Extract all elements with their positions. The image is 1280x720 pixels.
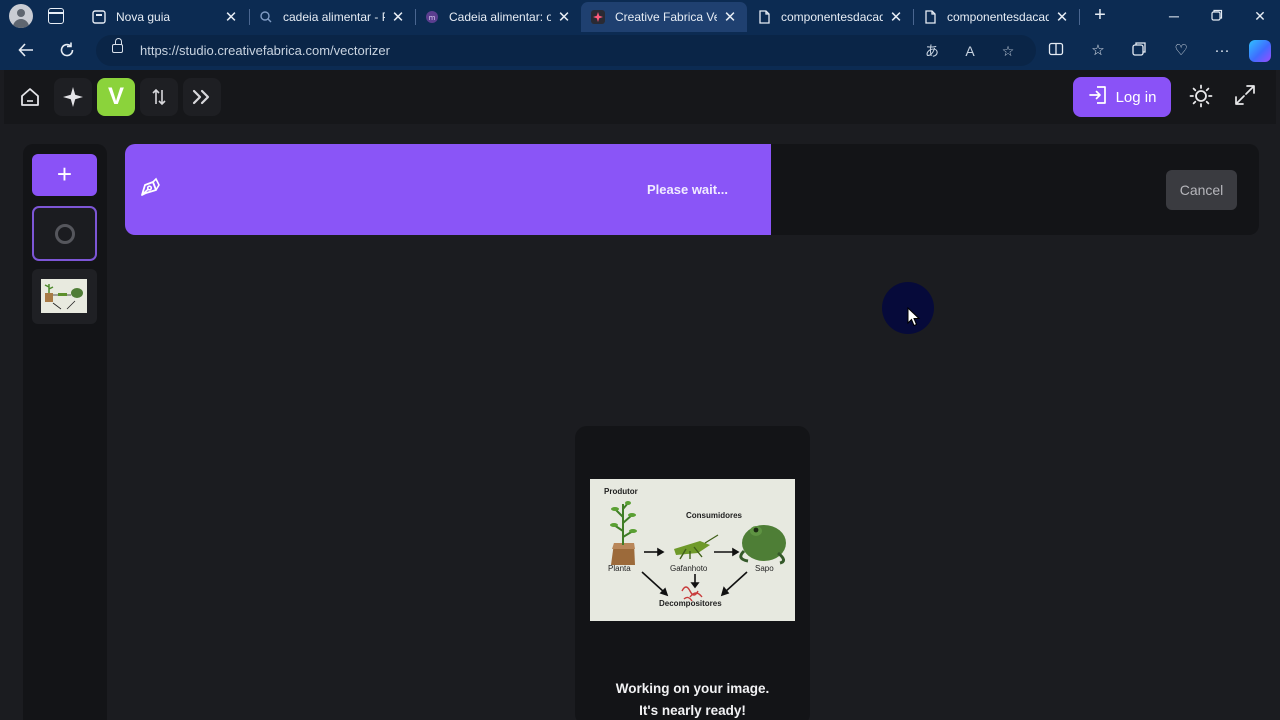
processing-banner: Please wait... Cancel — [125, 144, 1259, 235]
close-tab-icon[interactable]: ✕ — [1055, 8, 1069, 26]
close-tab-icon[interactable]: ✕ — [723, 8, 737, 26]
cancel-button[interactable]: Cancel — [1166, 170, 1237, 210]
login-icon — [1088, 85, 1108, 109]
collections-icon[interactable] — [1129, 41, 1149, 61]
browser-tab[interactable]: Nova guia ✕ — [82, 2, 248, 32]
label-planta: Planta — [608, 564, 631, 573]
home-icon[interactable] — [11, 78, 49, 116]
browser-tab-strip: Nova guia ✕ cadeia alimentar - Pe ✕ m Ca… — [0, 0, 1280, 32]
loading-spinner-icon — [55, 224, 75, 244]
working-message: Working on your image. It's nearly ready… — [575, 678, 810, 720]
label-consumidores: Consumidores — [686, 511, 743, 520]
sort-icon[interactable] — [140, 78, 178, 116]
search-icon — [259, 10, 273, 24]
close-tab-icon[interactable]: ✕ — [391, 8, 405, 26]
read-aloud-icon[interactable]: A — [960, 41, 980, 61]
browser-tab[interactable]: componentesdacade ✕ — [747, 2, 913, 32]
svg-text:m: m — [429, 14, 436, 22]
minimize-icon[interactable]: ─ — [1164, 6, 1184, 26]
new-tab-button[interactable]: + — [1090, 4, 1110, 28]
more-options-icon[interactable]: ··· — [1212, 41, 1232, 61]
login-button[interactable]: Log in — [1073, 77, 1171, 117]
food-chain-thumbnail-image — [41, 279, 87, 313]
tab-title: componentesdacade — [781, 10, 883, 24]
back-icon[interactable] — [16, 41, 36, 61]
browser-tab-active[interactable]: Creative Fabrica Vect ✕ — [581, 2, 747, 32]
vectorizer-logo[interactable]: V — [97, 78, 135, 116]
close-tab-icon[interactable]: ✕ — [557, 8, 571, 26]
app-toolbar: V Log in — [4, 70, 1276, 124]
label-produtor: Produtor — [604, 487, 638, 496]
close-window-icon[interactable]: ✕ — [1250, 6, 1270, 26]
creative-fabrica-icon — [591, 10, 605, 24]
tab-title: componentesdacade — [947, 10, 1049, 24]
browser-tab[interactable]: cadeia alimentar - Pe ✕ — [249, 2, 415, 32]
theme-toggle-icon[interactable] — [1188, 84, 1214, 110]
browser-tab[interactable]: componentesdacade ✕ — [913, 2, 1079, 32]
copilot-icon[interactable] — [1249, 40, 1271, 62]
tab-title: Nova guia — [116, 10, 171, 24]
loading-thumbnail[interactable] — [32, 206, 97, 261]
close-tab-icon[interactable]: ✕ — [889, 8, 903, 26]
lock-icon[interactable] — [112, 38, 123, 53]
url-text: https://studio.creativefabrica.com/vecto… — [140, 43, 390, 58]
status-text: Please wait... — [647, 182, 728, 197]
fullscreen-icon[interactable] — [1232, 84, 1258, 110]
profile-avatar[interactable] — [9, 4, 33, 28]
working-message-line1: Working on your image. — [615, 681, 770, 696]
address-bar-row: https://studio.creativefabrica.com/vecto… — [0, 32, 1280, 70]
food-chain-image: Produtor Consumidores Planta Gafanhoto S… — [590, 479, 795, 621]
tab-title: Cadeia alimentar: o q — [449, 10, 551, 24]
sparkle-icon[interactable] — [54, 78, 92, 116]
preview-card: Produtor Consumidores Planta Gafanhoto S… — [575, 426, 810, 720]
document-icon — [757, 10, 771, 24]
tab-title: Creative Fabrica Vect — [615, 10, 717, 24]
label-sapo: Sapo — [755, 564, 774, 573]
tab-title: cadeia alimentar - Pe — [283, 10, 385, 24]
site-icon: m — [425, 10, 439, 24]
restore-icon[interactable] — [1207, 6, 1227, 26]
mouse-cursor-icon — [907, 306, 921, 332]
browser-tab[interactable]: m Cadeia alimentar: o q ✕ — [415, 2, 581, 32]
close-tab-icon[interactable]: ✕ — [224, 8, 238, 26]
refresh-icon[interactable] — [57, 41, 77, 61]
address-input[interactable]: https://studio.creativefabrica.com/vecto… — [96, 35, 1036, 66]
login-label: Log in — [1115, 88, 1157, 106]
working-message-line2: It's nearly ready! — [639, 703, 746, 718]
favorite-star-icon[interactable]: ☆ — [998, 41, 1018, 61]
label-gafanhoto: Gafanhoto — [670, 564, 708, 573]
favorites-icon[interactable]: ☆ — [1088, 41, 1108, 61]
split-screen-icon[interactable] — [1046, 41, 1066, 61]
browser-essentials-icon[interactable]: ♡ — [1171, 41, 1191, 61]
image-sidebar: + — [23, 144, 107, 720]
translate-icon[interactable]: あ — [922, 41, 942, 61]
tab-actions-icon[interactable] — [48, 8, 64, 24]
new-tab-icon — [92, 10, 106, 24]
image-thumbnail[interactable] — [32, 269, 97, 324]
label-decompositores: Decompositores — [659, 599, 722, 608]
double-chevron-right-icon[interactable] — [183, 78, 221, 116]
pen-tool-icon — [137, 177, 161, 201]
add-image-button[interactable]: + — [32, 154, 97, 196]
document-icon — [923, 10, 937, 24]
